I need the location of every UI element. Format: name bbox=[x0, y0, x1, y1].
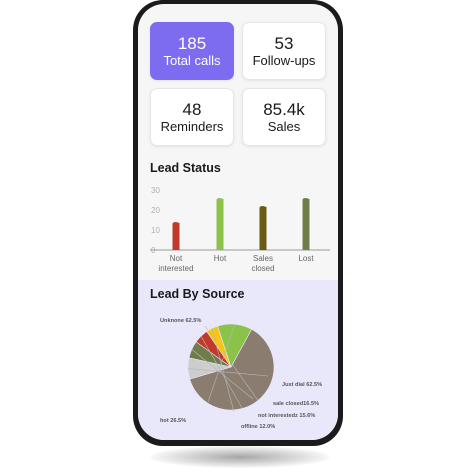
stat-value: 48 bbox=[182, 99, 202, 119]
y-tick-label: 20 bbox=[151, 206, 160, 215]
bar-sales-closed bbox=[259, 206, 267, 250]
lead-source-chart: Unknone 62.5% Just dial 62.5% sale closed1… bbox=[160, 318, 322, 430]
x-tick-label: closed bbox=[251, 264, 274, 273]
pie-slice-label: sale closed16.5% bbox=[273, 401, 319, 407]
stat-card-follow-ups[interactable]: 53 Follow-ups bbox=[242, 22, 326, 80]
x-tick-label: Sales bbox=[253, 254, 273, 263]
x-tick-label: Lost bbox=[298, 254, 314, 263]
stat-label: Reminders bbox=[160, 118, 224, 134]
bar-not-interested bbox=[172, 222, 180, 250]
stage: 185 Total calls 53 Follow-ups 48 Reminde… bbox=[0, 0, 474, 474]
x-tick-label: Not bbox=[170, 254, 183, 263]
lead-status-title: Lead Status bbox=[150, 161, 221, 175]
y-tick-label: 10 bbox=[151, 226, 160, 235]
phone-shadow bbox=[150, 446, 330, 468]
stat-card-sales[interactable]: 85.4k Sales bbox=[242, 88, 326, 146]
x-tick-label: interested bbox=[158, 264, 193, 273]
stat-value: 85.4k bbox=[263, 99, 305, 119]
pie-slice-label: hot 26.5% bbox=[160, 418, 186, 424]
y-tick-label: 30 bbox=[151, 186, 160, 195]
x-tick-label: Hot bbox=[214, 254, 227, 263]
phone-screen: 185 Total calls 53 Follow-ups 48 Reminde… bbox=[138, 4, 338, 440]
pie-slice-label: Just dial 62.5% bbox=[282, 382, 322, 388]
lead-status-chart: 3020100NotinterestedHotSalesclosedLost bbox=[150, 186, 330, 273]
pie-slice-label: not interestedz 15.6% bbox=[258, 413, 315, 419]
stat-label: Sales bbox=[267, 118, 301, 134]
stat-label: Total calls bbox=[163, 52, 221, 68]
stat-value: 185 bbox=[177, 33, 207, 53]
lead-source-title: Lead By Source bbox=[150, 287, 245, 301]
stat-card-total-calls[interactable]: 185 Total calls bbox=[150, 22, 234, 80]
pie-slice-label: Unknone 62.5% bbox=[160, 318, 201, 324]
stat-card-reminders[interactable]: 48 Reminders bbox=[150, 88, 234, 146]
bar-hot bbox=[216, 198, 224, 250]
bar-lost bbox=[302, 198, 310, 250]
stat-label: Follow-ups bbox=[252, 52, 316, 68]
pie-slice-label: offline 12.0% bbox=[241, 424, 275, 430]
stat-value: 53 bbox=[274, 33, 294, 53]
